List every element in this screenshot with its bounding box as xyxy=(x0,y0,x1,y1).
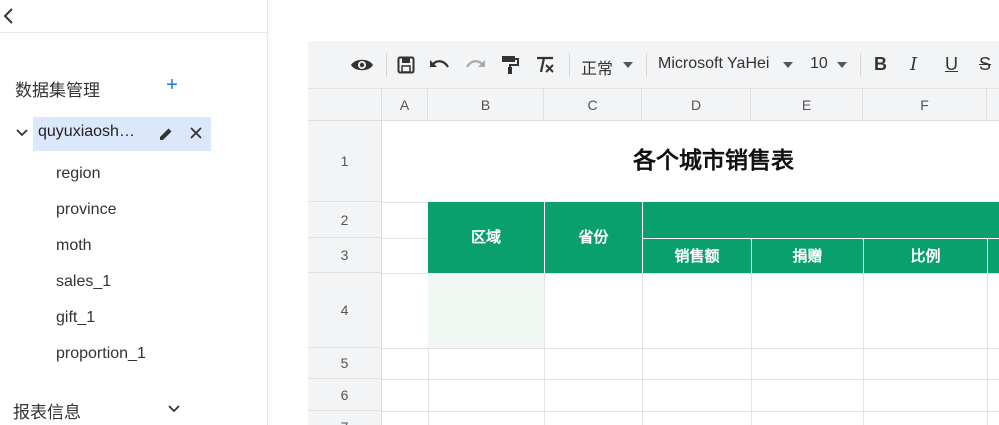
style-select[interactable]: 正常 xyxy=(581,55,613,79)
row-header-6[interactable]: 6 xyxy=(308,379,382,411)
row-header-3[interactable]: 3 xyxy=(308,238,382,273)
column-header-f[interactable]: F xyxy=(863,89,987,121)
header-cell-ratio[interactable]: 比例 xyxy=(863,238,987,273)
eye-icon[interactable] xyxy=(350,57,374,73)
column-header-e[interactable]: E xyxy=(751,89,863,121)
column-header-c[interactable]: C xyxy=(544,89,642,121)
field-province[interactable]: province xyxy=(56,201,116,219)
row-header-1[interactable]: 1 xyxy=(308,121,382,202)
field-proportion[interactable]: proportion_1 xyxy=(56,345,146,363)
column-header-g[interactable] xyxy=(987,89,999,121)
header-cell-gift[interactable]: 捐赠 xyxy=(751,238,863,273)
toolbar: 正常 Microsoft YaHei 10 B I U S xyxy=(308,41,999,89)
field-moth[interactable]: moth xyxy=(56,237,92,255)
header-cell-region[interactable]: 区域 xyxy=(428,202,544,273)
pencil-icon[interactable] xyxy=(158,126,174,142)
undo-icon[interactable] xyxy=(429,58,451,72)
header-cell-extra[interactable] xyxy=(987,238,999,273)
field-gift[interactable]: gift_1 xyxy=(56,309,95,327)
font-size-select[interactable]: 10 xyxy=(810,55,828,73)
back-bar xyxy=(0,0,268,33)
dataset-name[interactable]: quyuxiaosh… xyxy=(38,123,150,141)
strikethrough-button[interactable]: S xyxy=(979,54,991,75)
selected-cell-b4[interactable] xyxy=(428,273,544,348)
row-header-7[interactable]: 7 xyxy=(308,411,382,425)
dataset-management-title: 数据集管理 xyxy=(15,81,100,101)
row-header-5[interactable]: 5 xyxy=(308,348,382,379)
chevron-left-icon[interactable] xyxy=(2,7,16,25)
column-header-a[interactable]: A xyxy=(382,89,428,121)
plus-icon[interactable]: + xyxy=(163,74,181,96)
column-header-d[interactable]: D xyxy=(642,89,751,121)
header-cell-province[interactable]: 省份 xyxy=(544,202,642,273)
dataset-panel: 数据集管理 + quyuxiaosh… region province moth… xyxy=(0,0,268,425)
field-sales[interactable]: sales_1 xyxy=(56,273,111,291)
save-icon[interactable] xyxy=(397,56,415,74)
cell-grid[interactable]: 各个城市销售表 区域 省份 销售额 捐赠 比例 xyxy=(382,121,999,425)
chevron-down-icon[interactable] xyxy=(837,62,847,68)
close-icon[interactable] xyxy=(189,126,203,140)
bold-button[interactable]: B xyxy=(874,54,887,75)
header-cell-sales[interactable]: 销售额 xyxy=(642,238,751,273)
chevron-down-icon[interactable] xyxy=(167,404,181,414)
paint-format-icon[interactable] xyxy=(501,55,519,75)
chevron-down-icon[interactable] xyxy=(15,126,29,140)
select-all-corner[interactable] xyxy=(308,89,382,121)
underline-button[interactable]: U xyxy=(945,54,958,75)
report-info-title[interactable]: 报表信息 xyxy=(13,398,81,423)
spreadsheet: 正常 Microsoft YaHei 10 B I U S A B C D E … xyxy=(308,41,999,425)
redo-icon[interactable] xyxy=(464,58,486,72)
chevron-down-icon[interactable] xyxy=(623,62,633,68)
field-region[interactable]: region xyxy=(56,165,100,183)
report-title-cell[interactable]: 各个城市销售表 xyxy=(428,121,999,202)
italic-button[interactable]: I xyxy=(910,54,917,75)
clear-format-icon[interactable] xyxy=(535,56,555,74)
font-family-select[interactable]: Microsoft YaHei xyxy=(658,55,769,73)
chevron-down-icon[interactable] xyxy=(783,62,793,68)
header-cell-month-group[interactable] xyxy=(642,202,999,238)
row-header-4[interactable]: 4 xyxy=(308,273,382,348)
column-header-b[interactable]: B xyxy=(428,89,544,121)
row-header-2[interactable]: 2 xyxy=(308,202,382,238)
